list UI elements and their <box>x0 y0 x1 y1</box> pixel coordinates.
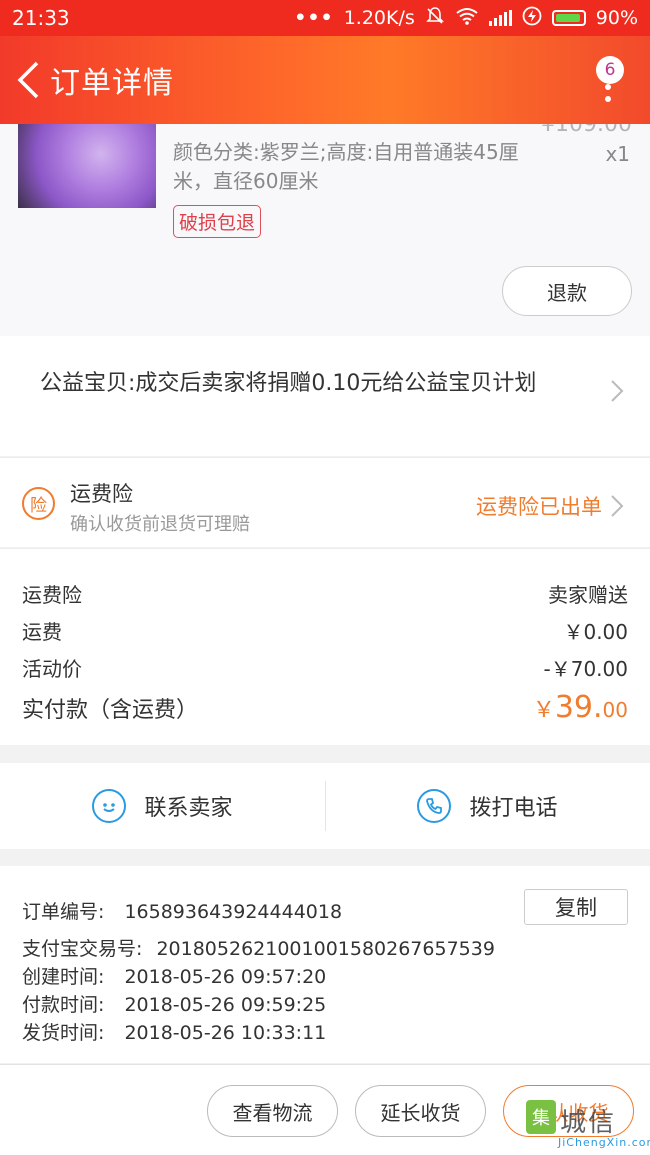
page-title: 订单详情 <box>50 66 174 101</box>
watermark-name: 城信 <box>560 1108 617 1138</box>
refund-button[interactable]: 退款 <box>502 266 632 316</box>
mute-bell-icon <box>425 6 445 31</box>
chevron-right-icon <box>610 376 624 411</box>
status-bar: 21:33 ••• 1.20K/s 90% <box>0 0 650 36</box>
product-price: ¥109.00 <box>541 124 632 137</box>
insurance-icon: 险 <box>22 487 55 520</box>
cost-label: 活动价 <box>22 657 82 681</box>
more-menu-button[interactable]: 6 <box>590 46 630 116</box>
chevron-right-icon <box>610 491 624 526</box>
shipping-insurance-row[interactable]: 险 运费险 确认收货前退货可理赔 运费险已出单 <box>0 457 650 547</box>
total-row: 实付款（含运费） ￥39.00 <box>22 690 628 725</box>
chat-icon <box>92 789 127 823</box>
message-badge: 6 <box>596 56 624 84</box>
alipay-number: 2018052621001001580267657539 <box>156 938 495 960</box>
watermark-mark: 集 <box>526 1100 556 1134</box>
call-phone-label: 拨打电话 <box>469 796 558 821</box>
status-right: ••• 1.20K/s 90% <box>294 6 638 31</box>
order-number: 165893643924444018 <box>124 901 343 923</box>
cost-value: ￥0.00 <box>563 620 628 644</box>
copy-button[interactable]: 复制 <box>524 889 628 925</box>
contact-bar: 联系卖家 拨打电话 <box>0 763 650 849</box>
call-phone-button[interactable]: 拨打电话 <box>325 763 650 849</box>
alipay-line: 支付宝交易号: 2018052621001001580267657539 <box>22 934 495 961</box>
charity-row[interactable]: 公益宝贝:成交后卖家将捐赠0.10元给公益宝贝计划 <box>0 336 650 456</box>
battery-icon <box>551 10 586 26</box>
created-time: 2018-05-26 09:57:20 <box>124 966 327 988</box>
view-logistics-button[interactable]: 查看物流 <box>207 1085 338 1137</box>
order-info: 订单编号: 165893643924444018 复制 支付宝交易号: 2018… <box>0 866 650 1063</box>
shipped-line: 发货时间: 2018-05-26 10:33:11 <box>22 1018 326 1045</box>
phone-icon <box>417 789 452 823</box>
more-dot <box>605 96 611 102</box>
charity-text: 公益宝贝:成交后卖家将捐赠0.10元给公益宝贝计划 <box>40 371 537 396</box>
total-decimal: 00 <box>602 698 628 722</box>
created-label: 创建时间: <box>22 966 105 988</box>
cost-breakdown: 运费险 卖家赠送 运费 ￥0.00 活动价 -￥70.00 实付款（含运费） ￥… <box>0 548 650 745</box>
signal-icon <box>488 10 512 26</box>
total-currency: ￥ <box>532 698 555 723</box>
alipay-label: 支付宝交易号: <box>22 938 143 960</box>
product-sku: 颜色分类:紫罗兰;高度:自用普通装45厘米，直径60厘米 <box>173 140 519 193</box>
paid-line: 付款时间: 2018-05-26 09:59:25 <box>22 990 326 1017</box>
cost-row: 运费险 卖家赠送 <box>22 579 628 608</box>
created-line: 创建时间: 2018-05-26 09:57:20 <box>22 962 326 989</box>
extend-receipt-button[interactable]: 延长收货 <box>355 1085 486 1137</box>
cost-value: -￥70.00 <box>543 657 628 681</box>
wifi-icon <box>455 7 479 30</box>
product-image[interactable] <box>18 124 156 208</box>
watermark-logo: 集 城信 JiChengXin.com <box>526 1100 650 1152</box>
service-tag: 破损包退 <box>173 205 262 238</box>
total-integer: 39. <box>554 690 603 725</box>
total-amount: ￥39.00 <box>533 690 628 725</box>
battery-percent: 90% <box>595 7 638 29</box>
shipped-label: 发货时间: <box>22 1022 105 1044</box>
cost-label: 运费险 <box>22 583 82 607</box>
contact-seller-label: 联系卖家 <box>144 796 233 821</box>
status-dots: ••• <box>294 7 334 29</box>
total-label: 实付款（含运费） <box>22 698 199 723</box>
order-number-label: 订单编号: <box>22 901 105 923</box>
insurance-title: 运费险 <box>70 482 133 506</box>
product-section: ¥109.00 颜色分类:紫罗兰;高度:自用普通装45厘米，直径60厘米 x1 … <box>0 124 650 336</box>
charging-icon <box>522 6 542 31</box>
nav-header: 订单详情 6 <box>0 36 650 124</box>
cost-row: 运费 ￥0.00 <box>22 616 628 645</box>
insurance-status: 运费险已出单 <box>476 495 602 519</box>
cost-row: 活动价 -￥70.00 <box>22 653 628 682</box>
network-speed: 1.20K/s <box>343 7 415 29</box>
watermark-url: JiChengXin.com <box>558 1136 650 1149</box>
insurance-subtitle: 确认收货前退货可理赔 <box>70 514 250 535</box>
more-dot <box>605 84 611 90</box>
product-qty: x1 <box>605 142 630 166</box>
paid-label: 付款时间: <box>22 994 105 1016</box>
order-number-line: 订单编号: 165893643924444018 <box>22 897 342 924</box>
status-time: 21:33 <box>12 6 70 30</box>
back-icon[interactable] <box>8 50 48 110</box>
shipped-time: 2018-05-26 10:33:11 <box>124 1022 327 1044</box>
cost-label: 运费 <box>22 620 62 644</box>
paid-time: 2018-05-26 09:59:25 <box>124 994 327 1016</box>
cost-value: 卖家赠送 <box>548 583 628 607</box>
contact-seller-button[interactable]: 联系卖家 <box>0 763 325 849</box>
